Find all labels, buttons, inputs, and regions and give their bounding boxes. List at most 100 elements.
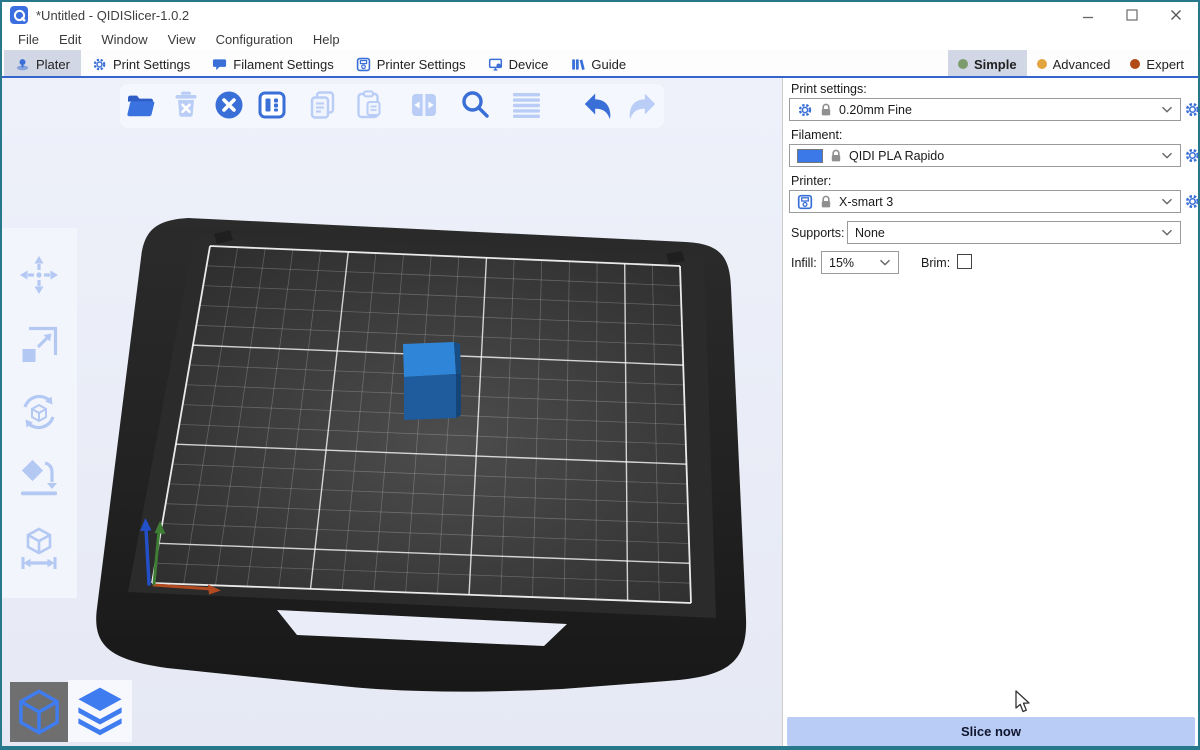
scene-canvas[interactable] (2, 78, 782, 746)
delete-button[interactable] (168, 87, 204, 123)
copy-button[interactable] (305, 87, 341, 123)
split-view-icon (407, 88, 441, 122)
minimize-button[interactable] (1066, 2, 1110, 28)
mode-label: Expert (1146, 57, 1184, 72)
delete-all-icon (212, 88, 246, 122)
move-tool-button[interactable] (17, 253, 61, 297)
mode-switch: Simple Advanced Expert (948, 50, 1194, 78)
supports-label: Supports: (791, 226, 845, 240)
printer-icon (356, 57, 371, 72)
slice-now-button[interactable]: Slice now (787, 717, 1195, 746)
brim-checkbox[interactable] (957, 254, 972, 269)
rotate-tool-button[interactable] (17, 390, 61, 434)
redo-button[interactable] (624, 87, 660, 123)
filament-label: Filament: (791, 128, 842, 142)
simple-dot-icon (958, 59, 968, 69)
view-switch (10, 680, 132, 742)
paste-button[interactable] (351, 87, 387, 123)
tab-filament-settings[interactable]: Filament Settings (201, 50, 344, 78)
printer-value: X-smart 3 (839, 195, 1154, 209)
copy-icon (306, 88, 340, 122)
menu-view[interactable]: View (158, 32, 206, 47)
3d-editor-cube-icon (14, 686, 64, 738)
delete-icon (169, 88, 203, 122)
place-on-face-tool-button[interactable] (17, 455, 61, 499)
move-icon (17, 253, 61, 297)
supports-dropdown[interactable]: None (847, 221, 1181, 244)
infill-dropdown[interactable]: 15% (821, 251, 899, 274)
close-button[interactable] (1154, 2, 1198, 28)
lock-icon (830, 149, 842, 163)
infill-label: Infill: (791, 256, 817, 270)
chevron-down-icon (1161, 229, 1173, 236)
lock-icon (820, 103, 832, 117)
scale-tool-button[interactable] (17, 323, 61, 367)
3d-editor-view-button[interactable] (10, 682, 68, 742)
open-button[interactable] (122, 87, 158, 123)
print-settings-value: 0.20mm Fine (839, 103, 1154, 117)
menu-file[interactable]: File (8, 32, 49, 47)
gear-icon (797, 102, 813, 118)
tab-label: Device (509, 57, 549, 72)
filament-dropdown[interactable]: QIDI PLA Rapido (789, 144, 1181, 167)
minimize-icon (1082, 9, 1094, 21)
menu-configuration[interactable]: Configuration (206, 32, 303, 47)
tab-guide[interactable]: Guide (559, 50, 637, 78)
filament-color-swatch (797, 149, 823, 163)
mode-advanced[interactable]: Advanced (1027, 50, 1121, 78)
model-cube[interactable] (403, 342, 461, 420)
tab-bar: Plater Print Settings Filament Settings … (2, 50, 1198, 78)
undo-button[interactable] (580, 87, 616, 123)
measure-icon (17, 526, 61, 570)
paste-icon (352, 88, 386, 122)
title-bar: *Untitled - QIDISlicer-1.0.2 (2, 2, 1198, 28)
tab-device[interactable]: Device (477, 50, 560, 78)
measure-tool-button[interactable] (17, 526, 61, 570)
app-icon (10, 6, 28, 24)
window-controls (1066, 2, 1198, 28)
mouse-cursor (1014, 690, 1032, 714)
tab-label: Printer Settings (377, 57, 466, 72)
rotate-icon (17, 390, 61, 434)
edit-printer-button[interactable] (1184, 193, 1200, 210)
split-view-button[interactable] (406, 87, 442, 123)
edit-print-settings-button[interactable] (1184, 101, 1200, 118)
preview-layers-icon (73, 683, 127, 739)
mode-expert[interactable]: Expert (1120, 50, 1194, 78)
print-settings-dropdown[interactable]: 0.20mm Fine (789, 98, 1181, 121)
mode-label: Simple (974, 57, 1017, 72)
printer-dropdown[interactable]: X-smart 3 (789, 190, 1181, 213)
chevron-down-icon (1161, 106, 1173, 113)
device-icon (488, 57, 503, 72)
redo-icon (625, 88, 659, 122)
tab-label: Print Settings (113, 57, 190, 72)
tab-print-settings[interactable]: Print Settings (81, 50, 201, 78)
tab-printer-settings[interactable]: Printer Settings (345, 50, 477, 78)
preview-view-button[interactable] (68, 680, 132, 742)
search-button[interactable] (457, 87, 493, 123)
layers-list-button[interactable] (508, 87, 544, 123)
printer-icon (797, 194, 813, 210)
brim-label: Brim: (921, 256, 950, 270)
delete-all-button[interactable] (211, 87, 247, 123)
maximize-button[interactable] (1110, 2, 1154, 28)
chevron-down-icon (1161, 152, 1173, 159)
scale-icon (17, 323, 61, 367)
viewport-3d[interactable] (2, 78, 782, 746)
print-plate[interactable] (152, 246, 691, 603)
chevron-down-icon (879, 259, 891, 266)
menu-edit[interactable]: Edit (49, 32, 91, 47)
edit-filament-button[interactable] (1184, 147, 1200, 164)
tab-plater[interactable]: Plater (4, 50, 81, 78)
menu-help[interactable]: Help (303, 32, 350, 47)
mode-simple[interactable]: Simple (948, 50, 1027, 78)
arrange-button[interactable] (254, 87, 290, 123)
close-icon (1170, 9, 1182, 21)
menu-window[interactable]: Window (91, 32, 157, 47)
chevron-down-icon (1161, 198, 1173, 205)
window-title: *Untitled - QIDISlicer-1.0.2 (36, 8, 189, 23)
maximize-icon (1126, 9, 1138, 21)
tab-label: Guide (591, 57, 626, 72)
open-folder-icon (123, 88, 157, 122)
settings-panel: Print settings: 0.20mm Fine Filament: QI… (782, 78, 1198, 746)
